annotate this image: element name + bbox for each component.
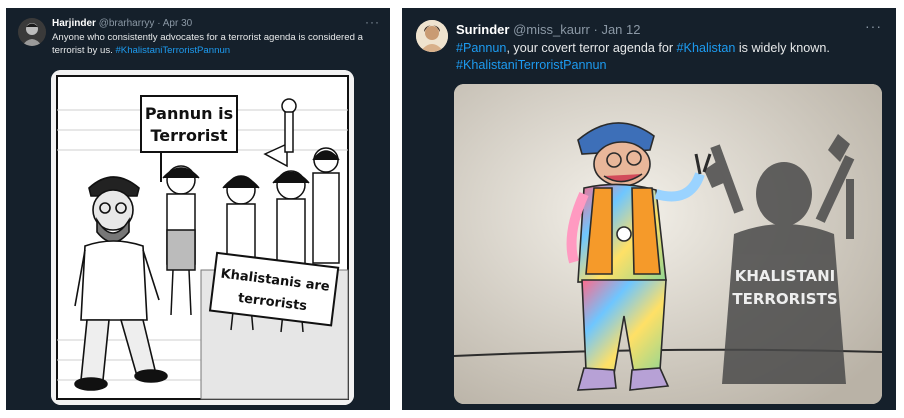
hashtag-link[interactable]: #Khalistan: [677, 41, 736, 55]
tweet-card-harjinder[interactable]: Harjinder @brarharryy · Apr 30 ··· Anyon…: [6, 8, 390, 410]
display-name[interactable]: Harjinder: [52, 18, 96, 29]
separator: ·: [593, 22, 598, 37]
shadow-label-line1: KHALISTANI: [735, 267, 836, 285]
timestamp[interactable]: Apr 30: [163, 18, 192, 29]
tweet-image[interactable]: KHALISTANI TERRORISTS: [454, 84, 882, 404]
comic-illustration: Pannun is Terrorist Khalistanis are terr…: [51, 70, 354, 405]
tweet-body: is widely known.: [735, 41, 830, 55]
display-name[interactable]: Surinder: [456, 22, 509, 37]
hashtag-link[interactable]: #KhalistaniTerroristPannun: [115, 45, 230, 56]
tweet-image[interactable]: Pannun is Terrorist Khalistanis are terr…: [51, 70, 354, 405]
more-options-icon[interactable]: ···: [365, 15, 380, 29]
separator: ·: [157, 18, 161, 29]
avatar-image: [18, 18, 46, 46]
tweet-body: , your covert terror agenda for: [506, 41, 677, 55]
tweet-card-surinder[interactable]: Surinder @miss_kaurr · Jan 12 ··· #Pannu…: [402, 8, 896, 410]
handle[interactable]: @brarharryy: [99, 18, 155, 29]
hashtag-link[interactable]: #KhalistaniTerroristPannun: [456, 58, 607, 72]
avatar[interactable]: [416, 20, 448, 52]
avatar[interactable]: [18, 18, 46, 46]
sign-top-line1: Pannun is: [145, 104, 233, 123]
hashtag-link[interactable]: #Pannun: [456, 41, 506, 55]
tweet-header: Harjinder @brarharryy · Apr 30: [52, 18, 192, 29]
tweet-header: Surinder @miss_kaurr · Jan 12: [456, 22, 641, 37]
sign-top-line2: Terrorist: [151, 126, 228, 145]
more-options-icon[interactable]: ···: [865, 18, 882, 34]
tweet-text: #Pannun, your covert terror agenda for #…: [456, 40, 886, 74]
tweet-text: Anyone who consistently advocates for a …: [52, 32, 382, 58]
shadow-label-line2: TERRORISTS: [732, 290, 837, 308]
avatar-image: [416, 20, 448, 52]
cartoon-illustration: KHALISTANI TERRORISTS: [454, 84, 882, 404]
handle[interactable]: @miss_kaurr: [513, 22, 590, 37]
timestamp[interactable]: Jan 12: [601, 22, 640, 37]
